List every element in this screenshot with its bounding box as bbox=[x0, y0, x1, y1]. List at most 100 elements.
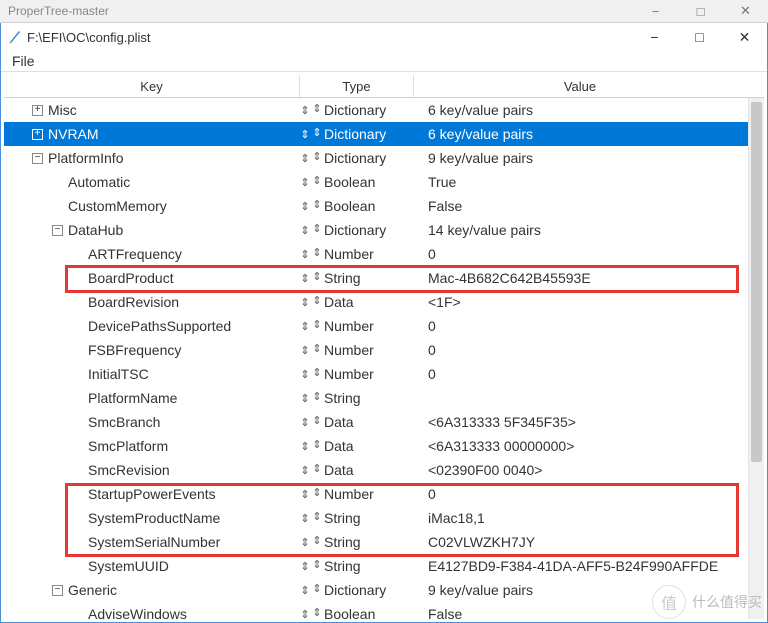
row-value[interactable]: E4127BD9-F384-41DA-AFF5-B24F990AFFDE bbox=[424, 558, 746, 574]
watermark: 值 什么值得买 bbox=[652, 585, 762, 619]
row-type[interactable]: ⇕String bbox=[310, 558, 424, 574]
row-type[interactable]: ⇕String bbox=[310, 390, 424, 406]
row-type[interactable]: ⇕String bbox=[310, 534, 424, 550]
sort-icon: ⇕ bbox=[312, 438, 322, 451]
app-maximize-button[interactable]: □ bbox=[677, 23, 722, 51]
row-value[interactable]: 14 key/value pairs bbox=[424, 222, 746, 238]
row-type[interactable]: ⇕Number bbox=[310, 246, 424, 262]
toggle-placeholder bbox=[72, 345, 83, 356]
tree-row-fsbfreq[interactable]: FSBFrequency⇕⇕Number0≡ bbox=[4, 338, 764, 362]
row-value[interactable]: 0 bbox=[424, 246, 746, 262]
row-value[interactable]: iMac18,1 bbox=[424, 510, 746, 526]
sort-icon: ⇕ bbox=[300, 584, 310, 597]
row-type[interactable]: ⇕Dictionary bbox=[310, 150, 424, 166]
sort-icon: ⇕ bbox=[312, 174, 322, 187]
row-type[interactable]: ⇕Dictionary bbox=[310, 126, 424, 142]
row-type[interactable]: ⇕String bbox=[310, 270, 424, 286]
row-type[interactable]: ⇕Data bbox=[310, 462, 424, 478]
tree-row-generic[interactable]: −Generic⇕⇕Dictionary9 key/value pairs≡ bbox=[4, 578, 764, 602]
row-type[interactable]: ⇕Data bbox=[310, 294, 424, 310]
row-type[interactable]: ⇕Dictionary bbox=[310, 222, 424, 238]
row-value[interactable]: 6 key/value pairs bbox=[424, 126, 746, 142]
menu-file[interactable]: File bbox=[8, 53, 39, 69]
tree-row-boardrevision[interactable]: BoardRevision⇕⇕Data<1F>≡ bbox=[4, 290, 764, 314]
row-key-label: ARTFrequency bbox=[88, 246, 182, 262]
tree-row-startuppower[interactable]: StartupPowerEvents⇕⇕Number0≡ bbox=[4, 482, 764, 506]
tree-row-automatic[interactable]: Automatic⇕⇕BooleanTrue≡ bbox=[4, 170, 764, 194]
row-value[interactable]: <02390F00 0040> bbox=[424, 462, 746, 478]
tree-row-artfreq[interactable]: ARTFrequency⇕⇕Number0≡ bbox=[4, 242, 764, 266]
row-value[interactable]: Mac-4B682C642B45593E bbox=[424, 270, 746, 286]
tree-row-misc[interactable]: +Misc⇕⇕Dictionary6 key/value pairs≡ bbox=[4, 98, 764, 122]
row-type[interactable]: ⇕Dictionary bbox=[310, 582, 424, 598]
tree-row-smcplatform[interactable]: SmcPlatform⇕⇕Data<6A313333 00000000>≡ bbox=[4, 434, 764, 458]
row-type[interactable]: ⇕Dictionary bbox=[310, 102, 424, 118]
app-titlebar[interactable]: F:\EFI\OC\config.plist − □ ✕ bbox=[1, 23, 767, 51]
row-type[interactable]: ⇕Number bbox=[310, 342, 424, 358]
sort-icon: ⇕ bbox=[300, 368, 310, 381]
tree-row-advisewindows[interactable]: AdviseWindows⇕⇕BooleanFalse≡ bbox=[4, 602, 764, 619]
row-type[interactable]: ⇕Number bbox=[310, 486, 424, 502]
row-value[interactable]: 0 bbox=[424, 342, 746, 358]
tree-row-dps[interactable]: DevicePathsSupported⇕⇕Number0≡ bbox=[4, 314, 764, 338]
toggle-placeholder bbox=[52, 201, 63, 212]
app-minimize-button[interactable]: − bbox=[632, 23, 677, 51]
row-type[interactable]: ⇕Number bbox=[310, 318, 424, 334]
row-type[interactable]: ⇕Boolean bbox=[310, 174, 424, 190]
row-value[interactable]: <1F> bbox=[424, 294, 746, 310]
scroll-thumb[interactable] bbox=[751, 102, 762, 462]
row-type[interactable]: ⇕String bbox=[310, 510, 424, 526]
expand-icon[interactable]: + bbox=[32, 105, 43, 116]
tree-row-sysserial[interactable]: SystemSerialNumber⇕⇕StringC02VLWZKH7JY≡ bbox=[4, 530, 764, 554]
tree-row-sysproductname[interactable]: SystemProductName⇕⇕StringiMac18,1≡ bbox=[4, 506, 764, 530]
toggle-placeholder bbox=[72, 273, 83, 284]
row-type[interactable]: ⇕Number bbox=[310, 366, 424, 382]
tree-row-platforminfo[interactable]: −PlatformInfo⇕⇕Dictionary9 key/value pai… bbox=[4, 146, 764, 170]
sort-icon: ⇕ bbox=[312, 534, 322, 547]
tree-row-boardproduct[interactable]: BoardProduct⇕⇕StringMac-4B682C642B45593E… bbox=[4, 266, 764, 290]
outer-close-button[interactable]: ✕ bbox=[723, 0, 768, 22]
tree-row-sysuuid[interactable]: SystemUUID⇕⇕StringE4127BD9-F384-41DA-AFF… bbox=[4, 554, 764, 578]
row-value[interactable]: True bbox=[424, 174, 746, 190]
app-window-title: F:\EFI\OC\config.plist bbox=[27, 30, 151, 45]
toggle-placeholder bbox=[72, 489, 83, 500]
toggle-placeholder bbox=[72, 393, 83, 404]
row-type[interactable]: ⇕Boolean bbox=[310, 198, 424, 214]
row-key-label: SmcPlatform bbox=[88, 438, 168, 454]
row-type[interactable]: ⇕Data bbox=[310, 438, 424, 454]
row-value[interactable]: 6 key/value pairs bbox=[424, 102, 746, 118]
row-type[interactable]: ⇕Boolean bbox=[310, 606, 424, 619]
header-value[interactable]: Value bbox=[414, 75, 746, 97]
row-type[interactable]: ⇕Data bbox=[310, 414, 424, 430]
row-value[interactable]: 0 bbox=[424, 318, 746, 334]
toggle-placeholder bbox=[72, 465, 83, 476]
header-type[interactable]: Type bbox=[300, 75, 414, 97]
collapse-icon[interactable]: − bbox=[32, 153, 43, 164]
row-value[interactable]: <6A313333 5F345F35> bbox=[424, 414, 746, 430]
row-value[interactable]: <6A313333 00000000> bbox=[424, 438, 746, 454]
row-value[interactable]: 0 bbox=[424, 486, 746, 502]
outer-window-titlebar: ProperTree-master − □ ✕ bbox=[0, 0, 768, 23]
outer-minimize-button[interactable]: − bbox=[633, 0, 678, 22]
sort-icon: ⇕ bbox=[300, 512, 310, 525]
tree-row-platformname[interactable]: PlatformName⇕⇕String≡ bbox=[4, 386, 764, 410]
row-value[interactable]: 0 bbox=[424, 366, 746, 382]
expand-icon[interactable]: + bbox=[32, 129, 43, 140]
header-key[interactable]: Key bbox=[4, 75, 300, 97]
row-value[interactable]: False bbox=[424, 198, 746, 214]
tree-row-nvram[interactable]: +NVRAM⇕⇕Dictionary6 key/value pairs≡ bbox=[4, 122, 764, 146]
tree-row-smcrevision[interactable]: SmcRevision⇕⇕Data<02390F00 0040>≡ bbox=[4, 458, 764, 482]
tree-row-datahub[interactable]: −DataHub⇕⇕Dictionary14 key/value pairs≡ bbox=[4, 218, 764, 242]
row-value[interactable]: C02VLWZKH7JY bbox=[424, 534, 746, 550]
row-value[interactable]: 9 key/value pairs bbox=[424, 150, 746, 166]
collapse-icon[interactable]: − bbox=[52, 225, 63, 236]
row-key-label: DataHub bbox=[68, 222, 123, 238]
outer-maximize-button[interactable]: □ bbox=[678, 0, 723, 22]
app-close-button[interactable]: ✕ bbox=[722, 23, 767, 51]
tree-row-smcbranch[interactable]: SmcBranch⇕⇕Data<6A313333 5F345F35>≡ bbox=[4, 410, 764, 434]
sort-icon: ⇕ bbox=[312, 342, 322, 355]
collapse-icon[interactable]: − bbox=[52, 585, 63, 596]
tree-row-initialtsc[interactable]: InitialTSC⇕⇕Number0≡ bbox=[4, 362, 764, 386]
vertical-scrollbar[interactable] bbox=[748, 98, 764, 619]
tree-row-custommemory[interactable]: CustomMemory⇕⇕BooleanFalse≡ bbox=[4, 194, 764, 218]
